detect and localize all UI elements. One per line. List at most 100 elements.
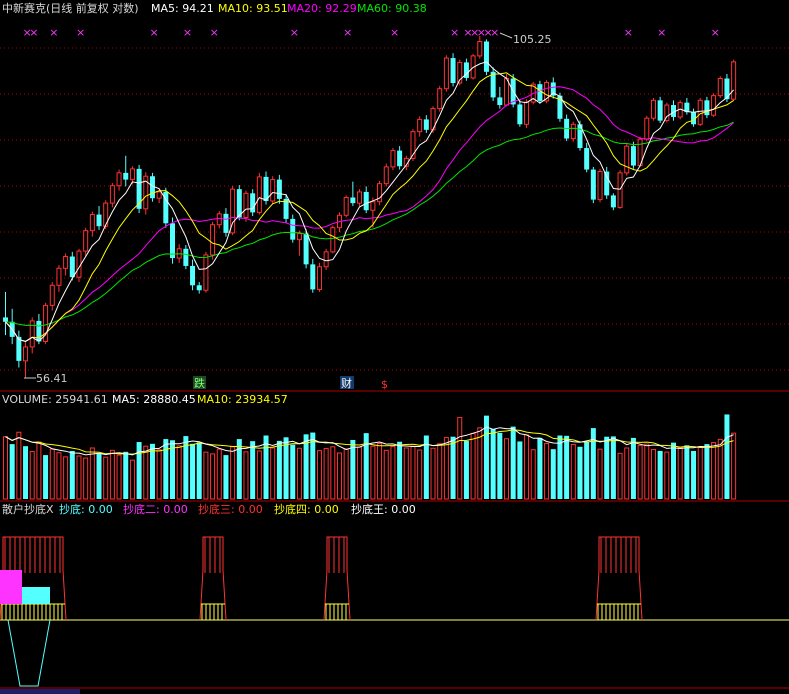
candle-body-up xyxy=(323,251,329,268)
candle-body-down xyxy=(69,256,75,278)
volume-bar-down xyxy=(149,443,155,499)
volume-bar-down xyxy=(604,436,610,499)
volume-bar-up xyxy=(316,450,322,500)
volume-bar-up xyxy=(116,454,122,500)
candle-body-up xyxy=(76,250,82,278)
candle-body-up xyxy=(316,266,322,290)
volume-bar-up xyxy=(156,449,162,500)
volume-bar-down xyxy=(96,453,102,499)
candle-body-down xyxy=(183,248,189,266)
high-price-label: 105.25 xyxy=(513,33,552,46)
candle-body-up xyxy=(597,171,603,201)
candle-body-up xyxy=(83,230,89,252)
volume-bar-up xyxy=(76,455,82,500)
event-marker-dollar[interactable]: $ xyxy=(381,378,388,391)
volume-bar-up xyxy=(16,431,22,500)
candle-body-up xyxy=(390,150,396,168)
volume-bar-up xyxy=(677,446,683,500)
indicator-v4: 抄底四: 0.00 xyxy=(274,502,339,516)
candle-body-up xyxy=(697,99,703,125)
volume-bar-up xyxy=(731,432,737,500)
candle-body-up xyxy=(89,214,95,232)
volume-bar-up xyxy=(210,453,216,500)
sell-marker: × xyxy=(29,26,38,39)
volume-bar-down xyxy=(724,414,730,499)
volume-bar-down xyxy=(136,442,142,499)
volume-bar-down xyxy=(290,444,296,499)
indicator-v3: 抄底三: 0.00 xyxy=(198,502,263,516)
volume-bar-up xyxy=(230,446,236,500)
volume-bar-up xyxy=(617,452,623,500)
candle-body-down xyxy=(96,214,102,227)
candle-body-down xyxy=(490,71,496,98)
volume-bar-up xyxy=(403,447,409,500)
candle-body-up xyxy=(109,185,115,204)
ma10-label: MA10: 93.51 xyxy=(218,2,288,15)
volume-bar-up xyxy=(711,442,717,500)
ma5-label: MA5: 94.21 xyxy=(151,2,214,15)
candle-body-up xyxy=(617,172,623,208)
volume-bar-up xyxy=(330,446,336,500)
date-axis-strip xyxy=(0,689,80,694)
volume-bar-up xyxy=(83,457,89,500)
volume-bar-up xyxy=(470,432,476,500)
volume-bar-up xyxy=(63,456,69,500)
chart-background xyxy=(0,0,789,694)
indicator-name: 散户抄底X xyxy=(2,502,54,516)
event-marker-cai[interactable]: 财 xyxy=(341,376,352,390)
candle-body-up xyxy=(370,201,376,211)
volume-bar-up xyxy=(624,447,630,500)
volume-bar-up xyxy=(430,447,436,500)
volume-bar-up xyxy=(370,445,376,500)
volume-bar-down xyxy=(263,435,269,499)
candle-body-down xyxy=(190,265,196,286)
candle-body-down xyxy=(397,150,403,167)
volume-bar-up xyxy=(3,436,8,500)
candle-body-up xyxy=(210,224,216,256)
candle-body-down xyxy=(610,195,616,208)
volume-bar-down xyxy=(557,435,563,499)
volume-bar-down xyxy=(23,446,29,499)
volume-bar-up xyxy=(357,446,363,500)
candle-body-up xyxy=(477,40,483,57)
indicator-v5: 抄底王: 0.00 xyxy=(351,502,416,516)
candle-body-down xyxy=(170,223,175,259)
volume-bar-down xyxy=(190,443,196,499)
volume-bar-down xyxy=(236,439,242,499)
volume-bar-up xyxy=(443,437,449,500)
volume-bar-up xyxy=(597,448,603,500)
volume-bar-up xyxy=(36,441,42,500)
volume-bar-up xyxy=(717,438,723,500)
candle-body-down xyxy=(483,41,489,72)
low-price-label: 56.41 xyxy=(36,372,68,385)
stock-chart: ×× × × × × × × × × × ××××× × × × 中新赛克(日线 前复权 对数) MA5:… xyxy=(0,0,789,694)
candle-body-down xyxy=(630,146,636,166)
volume-bar-down xyxy=(196,442,202,499)
candle-body-up xyxy=(216,213,222,226)
volume-bar-up xyxy=(129,459,135,500)
candle-body-down xyxy=(537,84,543,101)
sell-marker: × xyxy=(76,26,85,39)
volume-ma10-label: MA10: 23934.57 xyxy=(197,393,288,406)
candle-body-up xyxy=(711,95,717,116)
sell-marker: × xyxy=(624,26,633,39)
volume-bar-up xyxy=(644,443,650,500)
volume-bar-up xyxy=(296,447,302,500)
volume-bar-down xyxy=(69,450,75,499)
bottom-one-fill xyxy=(22,587,50,604)
candle-body-up xyxy=(383,166,389,185)
volume-bar-up xyxy=(437,443,443,500)
event-marker-die[interactable]: 跌 xyxy=(194,376,205,390)
volume-bar-up xyxy=(530,449,536,500)
volume-bar-down xyxy=(303,434,309,499)
candle-body-up xyxy=(437,88,443,110)
candle-body-down xyxy=(350,197,356,204)
volume-bar-down xyxy=(550,449,556,499)
candle-body-up xyxy=(156,191,162,199)
candle-body-up xyxy=(343,196,349,216)
volume-bar-up xyxy=(243,451,249,500)
candle-body-up xyxy=(624,145,630,174)
volume-bar-up xyxy=(477,427,483,500)
candle-body-down xyxy=(584,148,590,170)
candle-body-down xyxy=(303,233,309,265)
